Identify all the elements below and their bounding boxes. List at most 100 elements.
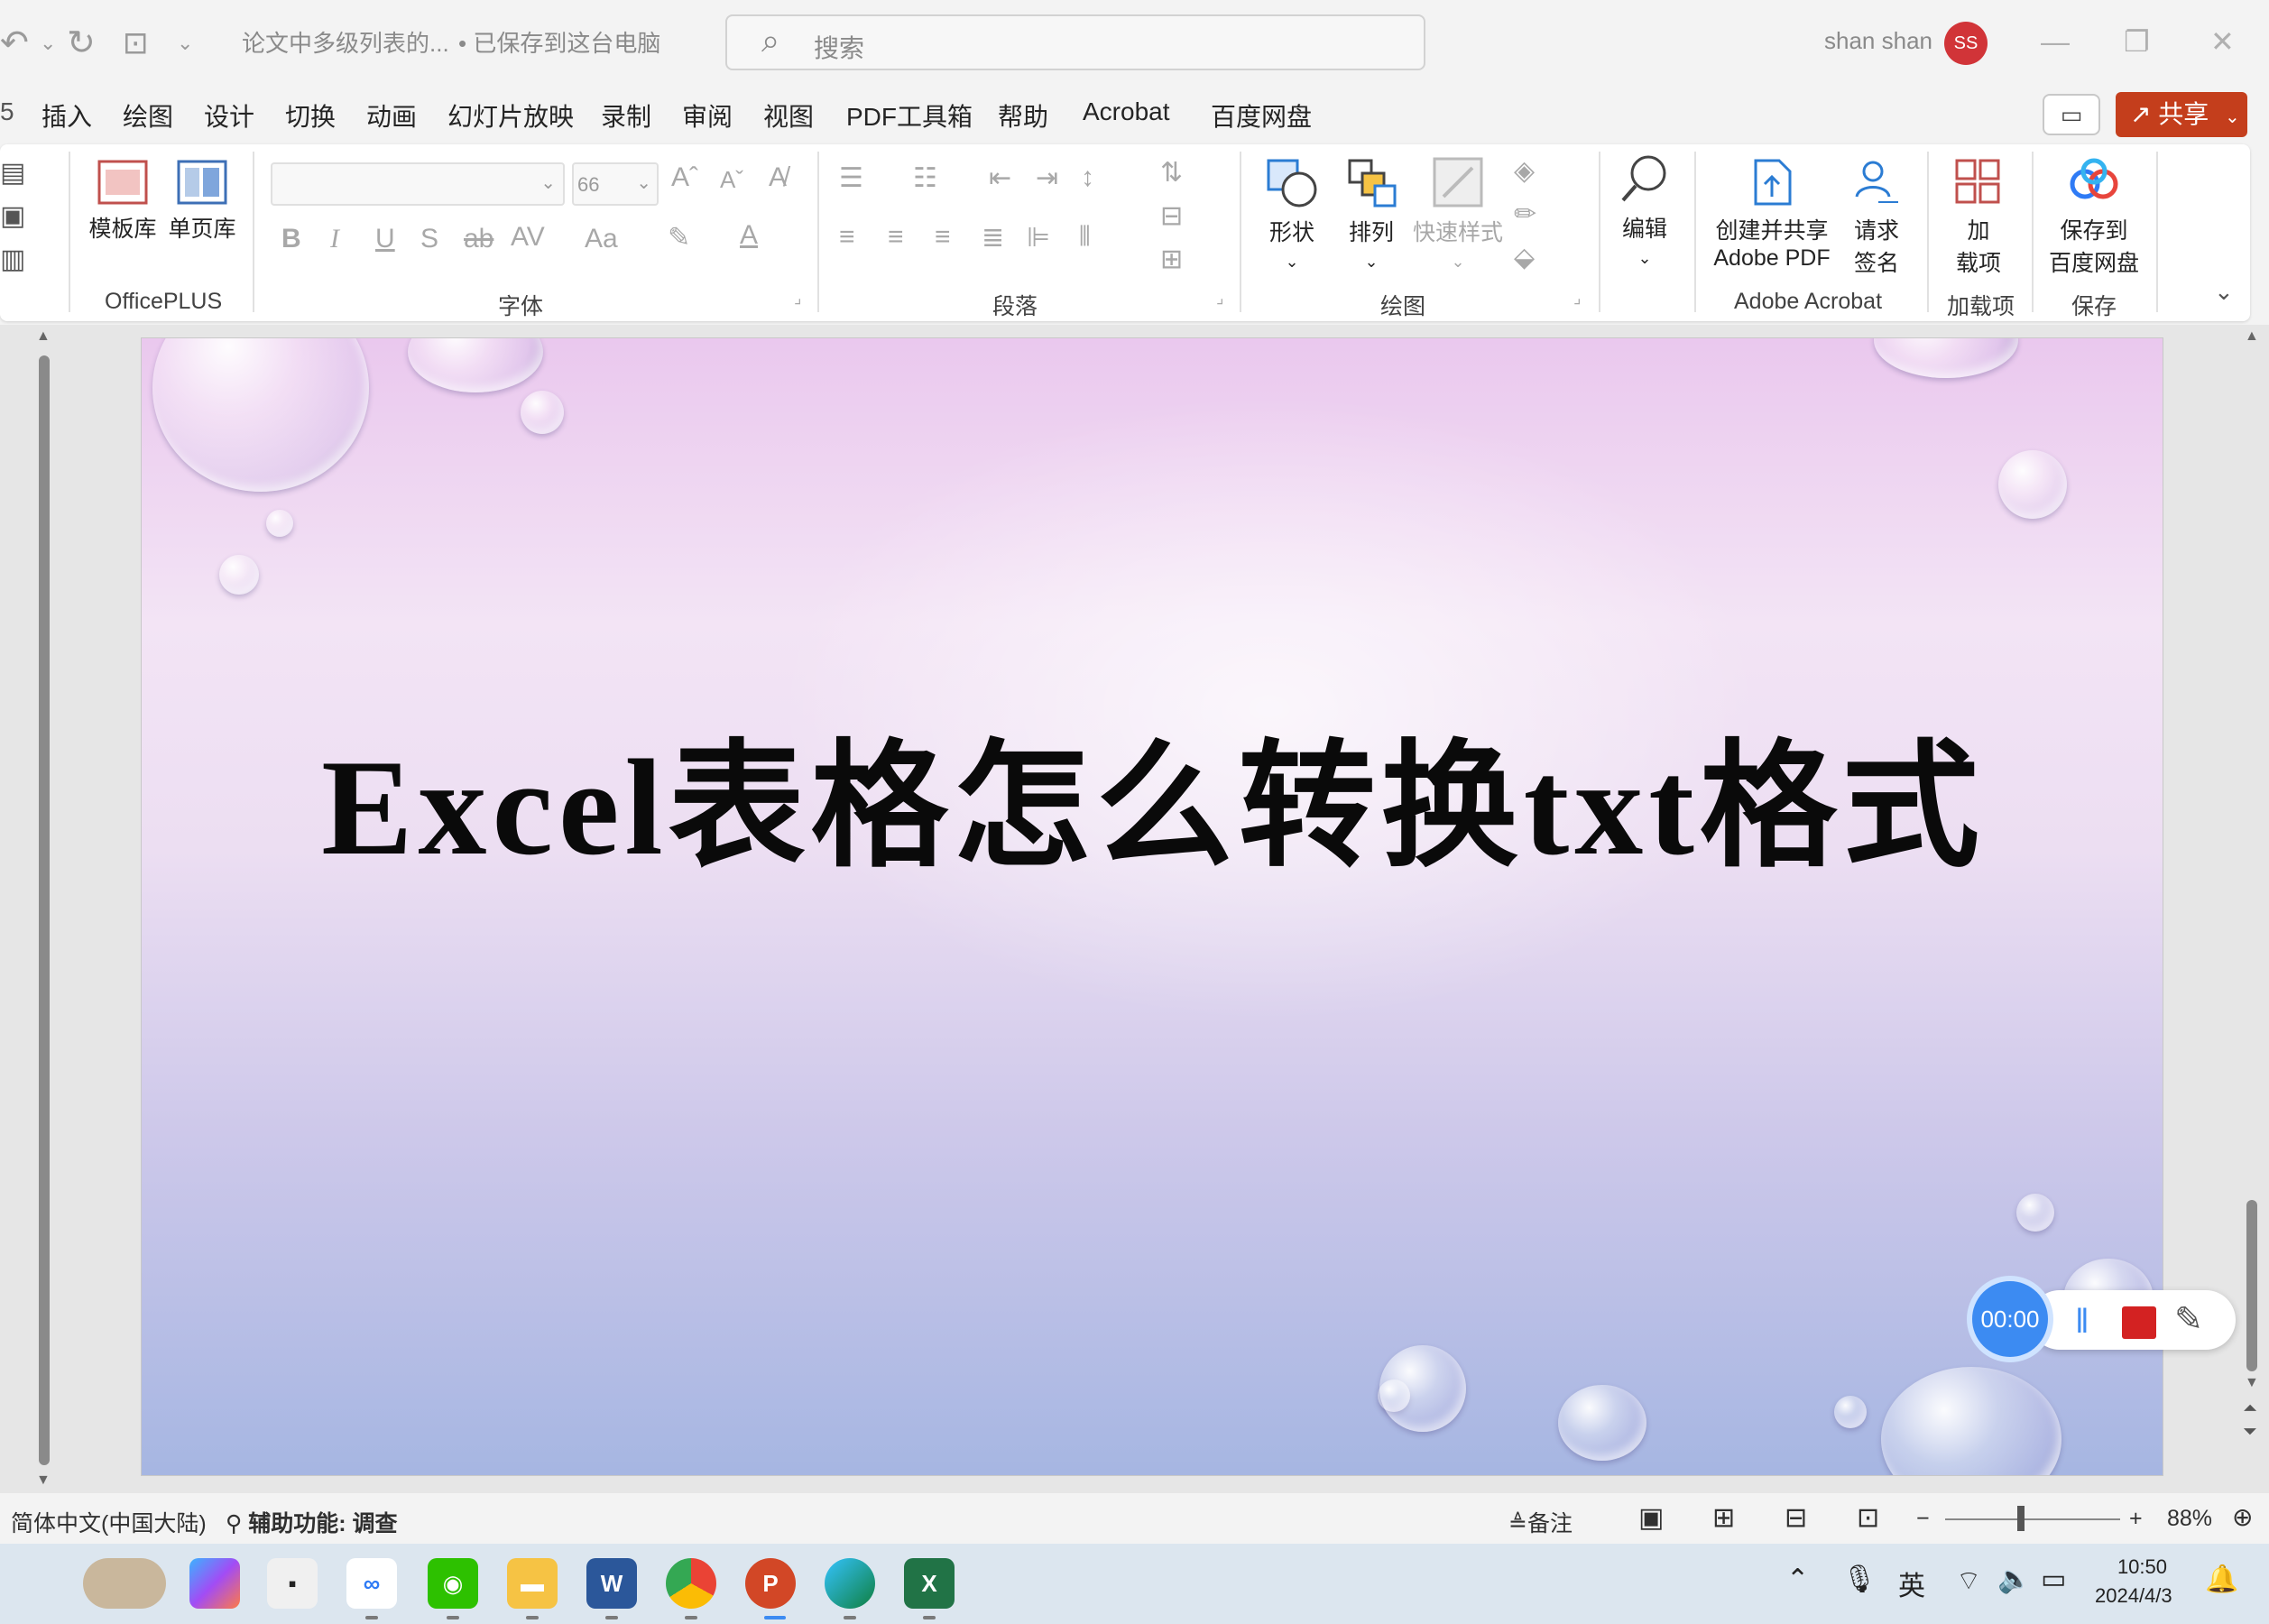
language-indicator[interactable]: 简体中文(中国大陆) bbox=[11, 1506, 207, 1538]
increase-indent-icon[interactable]: ⇥ bbox=[1036, 162, 1058, 194]
shape-effects-icon[interactable]: ⬙ bbox=[1514, 242, 1535, 273]
shapes-button[interactable]: 形状 ⌄ bbox=[1256, 155, 1328, 273]
tab-record[interactable]: 录制 bbox=[601, 97, 651, 134]
recorder-timer[interactable]: 00:00 bbox=[1967, 1276, 2053, 1362]
tab-partial[interactable]: 5 bbox=[0, 97, 14, 126]
tab-pdf-toolbox[interactable]: PDF工具箱 bbox=[846, 97, 973, 134]
minimize-icon[interactable]: — bbox=[2041, 20, 2070, 63]
text-direction-icon[interactable]: ⇅ bbox=[1160, 157, 1183, 189]
strikethrough-button[interactable]: ab bbox=[464, 224, 493, 254]
section-icon[interactable]: ▥ bbox=[0, 244, 25, 275]
tab-design[interactable]: 设计 bbox=[204, 97, 254, 134]
fit-to-window-icon[interactable]: ⊕ bbox=[2232, 1502, 2253, 1532]
accessibility-checker[interactable]: ⚲ 辅助功能: 调查 bbox=[226, 1506, 398, 1538]
left-scrollbar-thumb[interactable] bbox=[39, 355, 50, 1465]
share-button[interactable]: ↗ 共享 ⌄ bbox=[2116, 92, 2247, 137]
create-share-pdf-button[interactable]: 创建并共享 Adobe PDF bbox=[1711, 157, 1833, 272]
reading-view-icon[interactable]: ⊟ bbox=[1785, 1502, 1807, 1534]
notes-button[interactable]: ≜备注 bbox=[1508, 1506, 1573, 1538]
single-page-library-button[interactable]: 单页库 bbox=[166, 159, 238, 244]
stop-recording-button[interactable] bbox=[2122, 1306, 2156, 1339]
justify-icon[interactable]: ≣ bbox=[982, 222, 1004, 254]
baidu-netdisk-taskbar-icon[interactable]: ∞ bbox=[346, 1558, 397, 1609]
tab-review[interactable]: 审阅 bbox=[682, 97, 733, 134]
shrink-font-icon[interactable]: Aˇ bbox=[720, 166, 743, 194]
drawing-dialog-launcher-icon[interactable]: ⌟ bbox=[1573, 289, 1581, 308]
comments-button[interactable]: ▭ bbox=[2043, 94, 2100, 135]
italic-button[interactable]: I bbox=[330, 224, 339, 254]
numbering-icon[interactable]: ☷ bbox=[913, 162, 937, 194]
previous-slide-icon[interactable]: ⏶ bbox=[2243, 1398, 2257, 1419]
template-library-button[interactable]: 模板库 bbox=[87, 159, 159, 244]
shape-fill-icon[interactable]: ◈ bbox=[1514, 155, 1535, 187]
editing-button[interactable]: 编辑 ⌄ bbox=[1613, 152, 1676, 270]
zoom-percent[interactable]: 88% bbox=[2167, 1506, 2212, 1532]
paragraph-dialog-launcher-icon[interactable]: ⌟ bbox=[1216, 289, 1223, 308]
customize-toolbar-icon[interactable]: ⌄ bbox=[177, 22, 193, 65]
smartart-icon[interactable]: ⊞ bbox=[1160, 244, 1183, 275]
photo-app-icon[interactable] bbox=[83, 1558, 166, 1609]
excel-icon[interactable]: X bbox=[904, 1558, 955, 1609]
request-signatures-button[interactable]: 请求 签名 bbox=[1839, 157, 1914, 278]
slide-sorter-icon[interactable]: ⊞ bbox=[1712, 1502, 1735, 1534]
chrome-icon[interactable] bbox=[666, 1558, 716, 1609]
character-spacing-button[interactable]: AV bbox=[511, 222, 545, 253]
font-family-combo[interactable]: ⌄ bbox=[271, 162, 565, 206]
wifi-icon[interactable]: ⌔ bbox=[1956, 1564, 1981, 1598]
ime-indicator[interactable]: 英 bbox=[1898, 1564, 1925, 1603]
next-slide-icon[interactable]: ⏷ bbox=[2243, 1422, 2257, 1443]
bold-button[interactable]: B bbox=[281, 224, 301, 254]
volume-icon[interactable]: 🔈 bbox=[1997, 1564, 2031, 1595]
grow-font-icon[interactable]: Aˆ bbox=[671, 162, 698, 193]
font-color-button[interactable]: A bbox=[740, 220, 758, 251]
change-case-button[interactable]: Aa bbox=[585, 224, 618, 254]
quick-styles-button[interactable]: 快速样式 ⌄ bbox=[1413, 155, 1503, 273]
collapse-ribbon-icon[interactable]: ⌄ bbox=[2214, 278, 2234, 306]
zoom-in-button[interactable]: + bbox=[2129, 1506, 2143, 1532]
redo-icon[interactable]: ↻ bbox=[67, 22, 96, 65]
tab-animations[interactable]: 动画 bbox=[366, 97, 417, 134]
zoom-out-button[interactable]: − bbox=[1916, 1506, 1930, 1532]
zoom-slider[interactable] bbox=[1945, 1518, 2120, 1520]
slide-canvas[interactable]: Excel表格怎么转换txt格式 bbox=[141, 337, 2163, 1476]
system-clock[interactable]: 10:50 2024/4/3 bbox=[2095, 1553, 2172, 1610]
pause-icon[interactable]: ‖ bbox=[2075, 1303, 2089, 1342]
show-hidden-icons[interactable]: ⌃ bbox=[1786, 1564, 1809, 1595]
user-name[interactable]: shan shan bbox=[1824, 27, 1932, 55]
font-size-combo[interactable]: 66 ⌄ bbox=[572, 162, 659, 206]
battery-icon[interactable]: ▭ bbox=[2041, 1564, 2066, 1595]
underline-button[interactable]: U bbox=[375, 224, 395, 254]
right-scrollbar-thumb[interactable] bbox=[2246, 1200, 2257, 1371]
powerpoint-icon[interactable]: P bbox=[745, 1558, 796, 1609]
align-center-icon[interactable]: ≡ bbox=[888, 222, 904, 253]
terminal-icon[interactable]: ▪ bbox=[267, 1558, 318, 1609]
microphone-icon[interactable]: 🎙 bbox=[1842, 1564, 1877, 1595]
tab-help[interactable]: 帮助 bbox=[998, 97, 1048, 134]
save-to-baidu-button[interactable]: 保存到 百度网盘 bbox=[2044, 157, 2144, 278]
word-icon[interactable]: W bbox=[586, 1558, 637, 1609]
left-scrollbar[interactable]: ▲ ▼ bbox=[36, 328, 52, 1489]
zoom-slider-thumb[interactable] bbox=[2017, 1506, 2025, 1531]
tab-transitions[interactable]: 切换 bbox=[285, 97, 336, 134]
distributed-icon[interactable]: ⊫ bbox=[1027, 222, 1050, 254]
avatar[interactable]: SS bbox=[1944, 22, 1988, 65]
align-text-icon[interactable]: ⊟ bbox=[1160, 200, 1183, 232]
tab-insert[interactable]: 插入 bbox=[42, 97, 92, 134]
close-icon[interactable]: ✕ bbox=[2210, 20, 2235, 63]
search-box[interactable]: ⌕ 搜索 bbox=[725, 14, 1425, 70]
save-status[interactable]: • 已保存到这台电脑 bbox=[458, 25, 660, 59]
slide-title[interactable]: Excel表格怎么转换txt格式 bbox=[142, 695, 2163, 893]
notification-bell-icon[interactable]: 🔔 bbox=[2205, 1564, 2238, 1595]
text-shadow-button[interactable]: S bbox=[420, 224, 438, 254]
wechat-icon[interactable]: ◉ bbox=[428, 1558, 478, 1609]
scroll-down-icon[interactable]: ▼ bbox=[36, 1472, 51, 1489]
align-left-icon[interactable]: ≡ bbox=[839, 222, 855, 253]
present-icon[interactable]: ⊡ bbox=[123, 22, 149, 65]
align-right-icon[interactable]: ≡ bbox=[935, 222, 951, 253]
bullets-icon[interactable]: ☰ bbox=[839, 162, 863, 194]
reset-icon[interactable]: ▣ bbox=[0, 200, 25, 232]
layout-icon[interactable]: ▤ bbox=[0, 157, 25, 189]
tab-view[interactable]: 视图 bbox=[763, 97, 814, 134]
arrange-button[interactable]: 排列 ⌄ bbox=[1335, 155, 1407, 273]
tab-baidu-netdisk[interactable]: 百度网盘 bbox=[1211, 97, 1312, 134]
